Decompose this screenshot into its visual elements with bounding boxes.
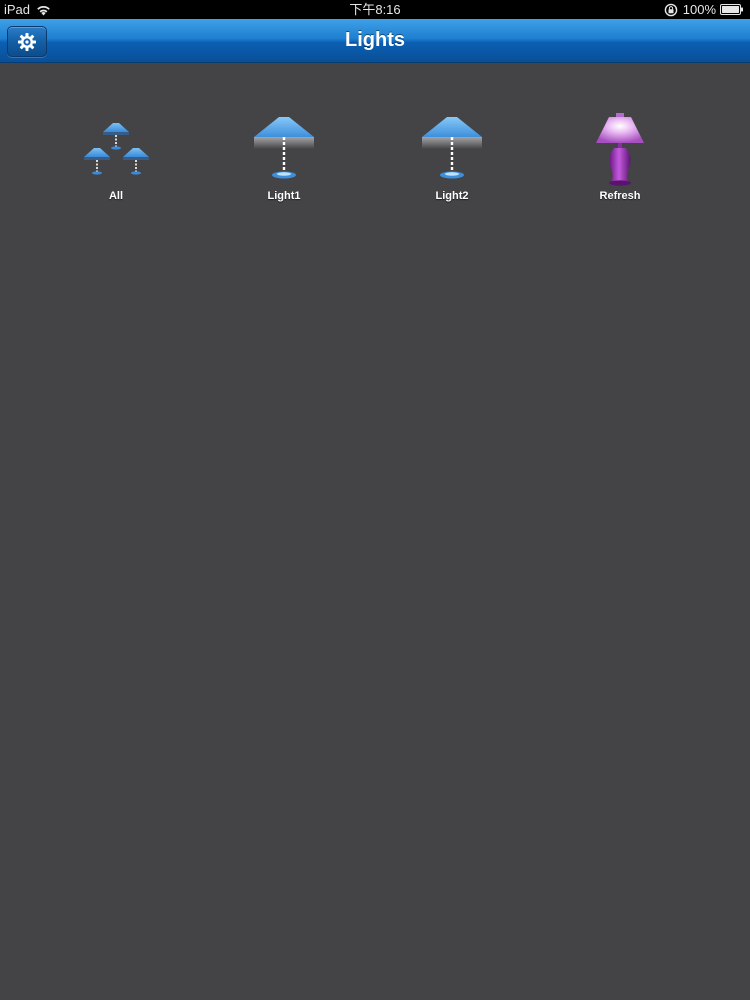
status-time: 下午8:16	[349, 2, 401, 17]
orientation-lock-icon	[664, 3, 678, 16]
battery-icon	[720, 4, 743, 15]
tile-light1[interactable]: Light1	[229, 113, 339, 213]
battery-percent: 100%	[682, 2, 716, 17]
blue-lamp-icon	[422, 117, 482, 179]
status-bar: iPad 下午8:16 100%	[0, 0, 750, 19]
status-right: 100%	[664, 0, 744, 19]
lights-grid: All Light1 Light2 Refresh	[0, 63, 750, 1000]
blue-lamp-icon	[254, 117, 314, 179]
tile-label: Light2	[435, 190, 469, 202]
navigation-bar: Lights	[0, 19, 750, 63]
tile-label: Light1	[267, 190, 301, 202]
tile-light2[interactable]: Light2	[397, 113, 507, 213]
tile-label: Refresh	[599, 190, 641, 202]
purple-lamp-icon	[596, 113, 644, 186]
app-screen: iPad 下午8:16 100% Lights All Light1 Light…	[0, 0, 750, 1000]
tile-label: All	[108, 190, 124, 202]
page-title: Lights	[345, 29, 405, 51]
multi-lamp-icon	[84, 123, 149, 175]
tile-refresh[interactable]: Refresh	[565, 113, 675, 213]
tile-all[interactable]: All	[61, 113, 171, 213]
